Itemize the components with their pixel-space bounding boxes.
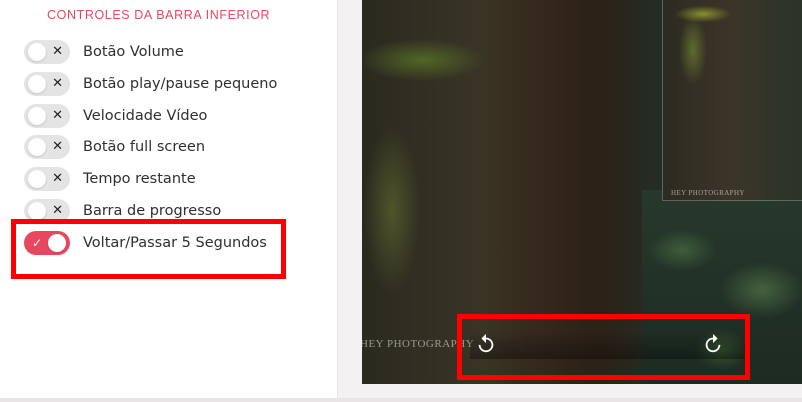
close-icon: ✕: [52, 76, 63, 91]
toggle-switch[interactable]: ✕: [24, 135, 70, 159]
close-icon: ✕: [52, 171, 63, 186]
toggle-label: Botão play/pause pequeno: [83, 76, 278, 92]
close-icon: ✕: [52, 203, 63, 218]
close-icon: ✕: [52, 139, 63, 154]
toggle-knob: [28, 202, 46, 220]
close-icon: ✕: [52, 44, 63, 59]
toggle-row-speed[interactable]: ✕ Velocidade Vídeo: [24, 104, 324, 128]
highlight-box-controls: [457, 314, 750, 380]
video-inset-frame: HEY PHOTOGRAPHY: [662, 0, 802, 201]
toggle-label: Botão Volume: [83, 44, 184, 60]
toggle-switch[interactable]: ✕: [24, 167, 70, 191]
settings-panel: CONTROLES DA BARRA INFERIOR ✕ Botão Volu…: [0, 0, 338, 398]
toggle-knob: [28, 43, 46, 61]
toggle-row-remaining-time[interactable]: ✕ Tempo restante: [24, 167, 324, 191]
bottom-strip: [0, 398, 802, 402]
inset-watermark: HEY PHOTOGRAPHY: [671, 189, 745, 197]
toggle-switch[interactable]: ✕: [24, 72, 70, 96]
toggle-switch[interactable]: ✕: [24, 40, 70, 64]
toggle-row-fullscreen[interactable]: ✕ Botão full screen: [24, 135, 324, 159]
highlight-box-toggle: [11, 219, 286, 279]
close-icon: ✕: [52, 108, 63, 123]
toggle-label: Velocidade Vídeo: [83, 108, 208, 124]
toggle-knob: [28, 107, 46, 125]
toggle-knob: [28, 138, 46, 156]
toggle-knob: [28, 75, 46, 93]
toggle-row-play-pause[interactable]: ✕ Botão play/pause pequeno: [24, 72, 324, 96]
toggle-label: Tempo restante: [83, 171, 196, 187]
section-title: CONTROLES DA BARRA INFERIOR: [47, 8, 271, 22]
toggle-label: Barra de progresso: [83, 203, 222, 219]
toggle-row-volume[interactable]: ✕ Botão Volume: [24, 40, 324, 64]
toggle-knob: [28, 170, 46, 188]
toggle-label: Botão full screen: [83, 139, 206, 155]
toggle-switch[interactable]: ✕: [24, 104, 70, 128]
